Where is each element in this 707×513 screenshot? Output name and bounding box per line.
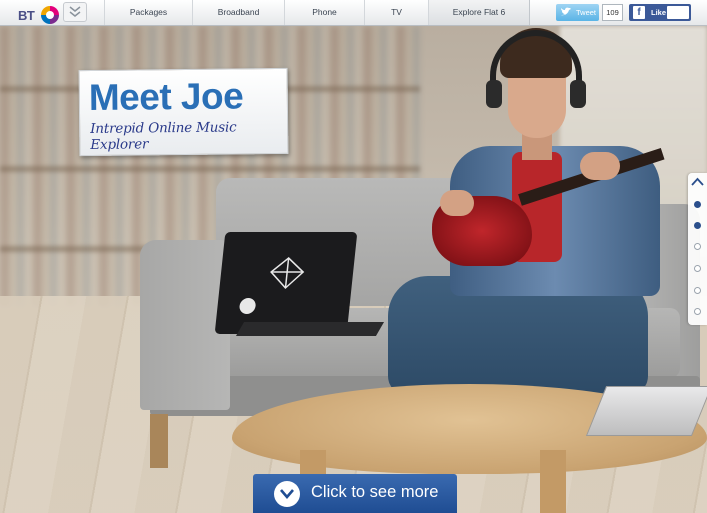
tweet-count: 109 — [602, 4, 623, 21]
scene-pagination — [688, 173, 707, 325]
tweet-label: Tweet — [576, 8, 597, 17]
headphone-cup — [486, 80, 502, 108]
facebook-icon: f — [633, 6, 645, 19]
like-label: Like — [651, 8, 667, 17]
hand — [580, 152, 620, 180]
shelf-board — [0, 166, 420, 172]
double-chevron-down-icon — [69, 6, 81, 17]
see-more-button[interactable]: Click to see more — [253, 474, 457, 513]
hand — [440, 190, 474, 216]
tab-packages[interactable]: Packages — [104, 0, 192, 25]
chevron-up-icon[interactable] — [691, 177, 704, 186]
headphone-cup — [570, 80, 586, 108]
chevron-down-circle-icon — [274, 481, 300, 507]
bt-logo-text: BT — [18, 8, 35, 23]
page-dot[interactable] — [694, 222, 701, 229]
twitter-bird-icon — [561, 7, 571, 16]
page-dot[interactable] — [694, 265, 701, 272]
laptop-sticker-icon — [239, 257, 305, 314]
hero-title: Meet Joe — [88, 75, 244, 118]
tweet-button[interactable]: Tweet — [556, 4, 599, 21]
tab-phone[interactable]: Phone — [284, 0, 364, 25]
tab-tv[interactable]: TV — [364, 0, 428, 25]
top-navigation-bar: BT Packages Broadband Phone TV Explore F… — [0, 0, 707, 26]
sofa-leg — [150, 414, 168, 468]
page-dot[interactable] — [694, 287, 701, 294]
chevron-down-icon — [280, 489, 294, 499]
bt-logo[interactable]: BT — [6, 3, 59, 24]
menu-toggle-button[interactable] — [63, 2, 87, 22]
page-dot[interactable] — [694, 201, 701, 208]
facebook-like-button[interactable]: f Like — [629, 4, 691, 21]
hero-subtitle: Intrepid Online Music Explorer — [90, 119, 237, 153]
like-count-box — [667, 6, 689, 19]
page-dot[interactable] — [694, 308, 701, 315]
see-more-label: Click to see more — [311, 483, 439, 501]
table-leg — [540, 450, 566, 513]
laptop-keyboard — [235, 322, 385, 336]
tab-explore-flat-6[interactable]: Explore Flat 6 — [428, 0, 530, 25]
headphones-icon — [490, 30, 582, 104]
bt-globe-icon — [41, 6, 59, 24]
magazine — [585, 386, 707, 436]
laptop — [214, 232, 358, 334]
hero-title-card: Meet Joe Intrepid Online Music Explorer — [78, 67, 289, 157]
tweet-widget: Tweet 109 — [556, 4, 623, 21]
tab-broadband[interactable]: Broadband — [192, 0, 284, 25]
main-nav: Packages Broadband Phone TV Explore Flat… — [104, 0, 530, 25]
page-dot[interactable] — [694, 243, 701, 250]
